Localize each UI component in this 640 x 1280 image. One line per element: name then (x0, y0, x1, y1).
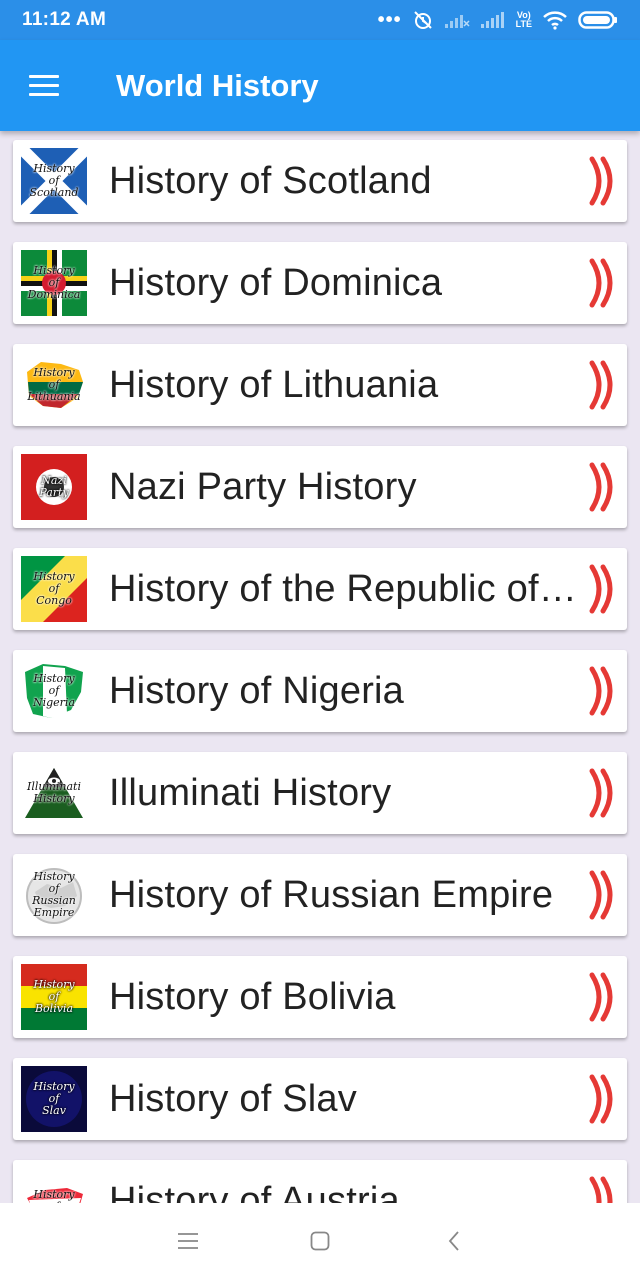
list-item-label: History of Slav (109, 1077, 357, 1120)
list-item-scotland[interactable]: History of Scotland History of Scotland (13, 140, 627, 222)
list-item-lithuania[interactable]: History of Lithuania History of Lithuania (13, 344, 627, 426)
thumbnail-caption: History of Congo (33, 570, 75, 607)
list-item-dominica[interactable]: History of Dominica History of Dominica (13, 242, 627, 324)
list-item-bolivia[interactable]: History of Bolivia History of Bolivia (13, 956, 627, 1038)
list-item-russian-empire[interactable]: History of Russian Empire History of Russia… (13, 854, 627, 936)
nigeria-map-thumbnail: History of Nigeria (21, 658, 87, 724)
list-item-austria[interactable]: Historyof History of Austria (13, 1160, 627, 1203)
page-title: World History (116, 67, 319, 103)
list-item-label: History of Scotland (109, 159, 432, 202)
list-item-label: History of Austria (109, 1179, 400, 1204)
double-chevron-right-icon (585, 865, 621, 925)
list-item-label: History of Dominica (109, 261, 443, 304)
scotland-flag-thumbnail: History of Scotland (21, 148, 87, 214)
russian-empire-thumbnail: History of Russian Empire (21, 862, 87, 928)
austria-map-thumbnail: Historyof (21, 1168, 87, 1203)
thumbnail-caption: History of Nigeria (32, 672, 76, 709)
home-button[interactable] (300, 1221, 340, 1261)
hamburger-menu-icon (29, 74, 59, 97)
status-time: 11:12 AM (22, 9, 107, 30)
app-bar: World History (0, 40, 640, 131)
wifi-icon (542, 10, 568, 30)
thumbnail-caption: History of Scotland (29, 162, 79, 199)
back-button[interactable] (434, 1221, 474, 1261)
slav-thumbnail: History of Slav (21, 1066, 87, 1132)
double-chevron-right-icon (585, 355, 621, 415)
list-item-label: History of Nigeria (109, 669, 405, 712)
list-item-illuminati[interactable]: Illuminati History Illuminati History (13, 752, 627, 834)
list-item-label: History of Russian Empire (109, 873, 554, 916)
battery-icon (578, 10, 618, 30)
signal-weak-icon (444, 11, 470, 29)
list-item-republic-of-congo[interactable]: History of Congo History of the Republic o… (13, 548, 627, 630)
double-chevron-right-icon (585, 1069, 621, 1129)
double-chevron-right-icon (585, 457, 621, 517)
thumbnail-caption: Historyof (33, 1188, 75, 1204)
thumbnail-caption: History of Bolivia (33, 978, 75, 1015)
list-item-nigeria[interactable]: History of Nigeria History of Nigeria (13, 650, 627, 732)
thumbnail-caption: Nazi Party (39, 474, 69, 499)
system-navigation-bar (0, 1203, 640, 1280)
double-chevron-right-icon (585, 661, 621, 721)
double-chevron-right-icon (585, 559, 621, 619)
recents-menu-icon (178, 1233, 198, 1249)
double-chevron-right-icon (585, 253, 621, 313)
nazi-party-thumbnail: Nazi Party (21, 454, 87, 520)
thumbnail-caption: History of Slav (33, 1080, 75, 1117)
status-icons: ••• Vo) LTE (378, 9, 618, 32)
back-chevron-icon (448, 1231, 459, 1251)
list-item-label: Nazi Party History (109, 465, 417, 508)
home-square-icon (310, 1231, 330, 1251)
dominica-flag-thumbnail: History of Dominica (21, 250, 87, 316)
list-item-label: History of Bolivia (109, 975, 396, 1018)
thumbnail-caption: Illuminati History (27, 780, 81, 805)
alarm-off-icon (412, 9, 434, 31)
lithuania-map-thumbnail: History of Lithuania (21, 352, 87, 418)
volte-icon: Vo) LTE (516, 11, 532, 29)
list-item-slav[interactable]: History of Slav History of Slav (13, 1058, 627, 1140)
double-chevron-right-icon (585, 151, 621, 211)
double-chevron-right-icon (585, 763, 621, 823)
status-bar: 11:12 AM ••• Vo) LTE (0, 0, 640, 40)
illuminati-pyramid-thumbnail: Illuminati History (21, 760, 87, 826)
bolivia-flag-thumbnail: History of Bolivia (21, 964, 87, 1030)
list-item-label: History of the Republic of … (109, 567, 585, 610)
list-item-label: Illuminati History (109, 771, 392, 814)
volte-bottom-label: LTE (515, 19, 532, 29)
list-item-label: History of Lithuania (109, 363, 439, 406)
list-item-nazi-party[interactable]: Nazi Party Nazi Party History (13, 446, 627, 528)
double-chevron-right-icon (585, 1171, 621, 1203)
recents-menu-button[interactable] (168, 1221, 208, 1261)
congo-flag-thumbnail: History of Congo (21, 556, 87, 622)
history-list[interactable]: History of Scotland History of Scotland Hi… (0, 131, 640, 1203)
thumbnail-caption: History of Russian Empire (32, 870, 76, 919)
double-chevron-right-icon (585, 967, 621, 1027)
thumbnail-caption: History of Lithuania (27, 366, 81, 403)
thumbnail-caption: History of Dominica (27, 264, 81, 301)
more-dots-icon: ••• (377, 8, 402, 31)
hamburger-menu-button[interactable] (0, 40, 90, 131)
signal-icon (480, 11, 506, 29)
